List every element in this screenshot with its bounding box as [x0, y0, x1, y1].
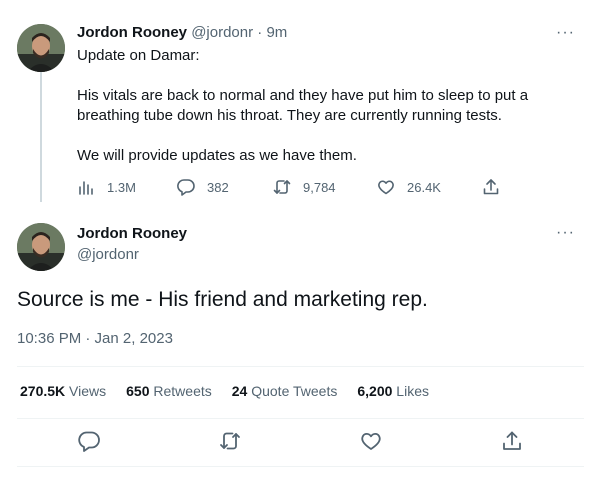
author-name[interactable]: Jordon Rooney — [77, 225, 187, 242]
quote-tweets-stat-label: Quote Tweets — [251, 383, 338, 399]
tweet-text: Source is me - His friend and marketing … — [17, 288, 428, 311]
views-action[interactable]: 1.3M — [77, 176, 136, 198]
likes-stat[interactable]: 6,200 Likes — [357, 383, 429, 399]
share-upload-icon — [483, 179, 499, 195]
reply-count: 382 — [207, 179, 229, 195]
more-options-icon[interactable]: ··· — [556, 24, 575, 42]
retweet-button[interactable] — [219, 430, 243, 454]
more-options-icon[interactable]: ··· — [556, 224, 575, 242]
views-stat[interactable]: 270.5K Views — [20, 383, 106, 399]
tweet-stats: 270.5K Views 650 Retweets 24 Quote Tweet… — [20, 383, 449, 399]
share-button[interactable] — [501, 430, 525, 454]
speech-bubble-icon — [177, 179, 195, 196]
retweets-stat[interactable]: 650 Retweets — [126, 383, 212, 399]
avatar[interactable] — [17, 24, 65, 72]
quote-tweets-stat-value: 24 — [231, 383, 248, 399]
thread-line — [40, 72, 42, 202]
tweet-paragraph: We will provide updates as we have them. — [77, 147, 357, 164]
share-action[interactable] — [482, 176, 512, 198]
author-handle[interactable]: @jordonr — [77, 246, 139, 263]
retweets-stat-value: 650 — [126, 383, 150, 399]
reply-button[interactable] — [78, 430, 102, 454]
avatar[interactable] — [17, 223, 65, 271]
divider — [17, 466, 584, 467]
tweet-timestamp[interactable]: 10:36 PM · Jan 2, 2023 — [17, 330, 173, 347]
like-button[interactable] — [360, 430, 384, 454]
likes-stat-label: Likes — [396, 383, 429, 399]
author-name[interactable]: Jordon Rooney — [77, 24, 187, 41]
heart-icon — [378, 180, 394, 195]
tweet-time[interactable]: 9m — [266, 24, 287, 41]
share-upload-icon — [503, 431, 521, 450]
views-stat-label: Views — [69, 383, 107, 399]
views-stat-value: 270.5K — [20, 383, 66, 399]
views-count: 1.3M — [107, 179, 136, 195]
divider — [17, 418, 584, 419]
bar-chart-icon — [79, 181, 93, 195]
separator: · — [257, 24, 263, 41]
author-handle[interactable]: @jordonr — [191, 24, 253, 41]
retweets-stat-label: Retweets — [153, 383, 212, 399]
heart-icon — [361, 433, 381, 450]
speech-bubble-icon — [78, 431, 100, 452]
tweet-header: Jordon Rooney @jordonr · 9m — [77, 24, 287, 41]
like-count: 26.4K — [407, 179, 441, 195]
like-action[interactable]: 26.4K — [377, 176, 441, 198]
quote-tweets-stat[interactable]: 24 Quote Tweets — [232, 383, 338, 399]
retweet-arrows-icon — [220, 432, 240, 450]
reply-action[interactable]: 382 — [177, 176, 229, 198]
retweet-action[interactable]: 9,784 — [273, 176, 336, 198]
divider — [17, 366, 584, 367]
tweet-paragraph: Update on Damar: — [77, 47, 200, 64]
tweet-paragraph: His vitals are back to normal and they h… — [77, 87, 529, 124]
retweet-count: 9,784 — [303, 179, 336, 195]
likes-stat-value: 6,200 — [357, 383, 393, 399]
retweet-arrows-icon — [273, 180, 291, 194]
tweet-actions: 1.3M 382 9,784 26.4K — [77, 176, 507, 198]
tweet-body: Update on Damar: His vitals are back to … — [77, 46, 557, 166]
